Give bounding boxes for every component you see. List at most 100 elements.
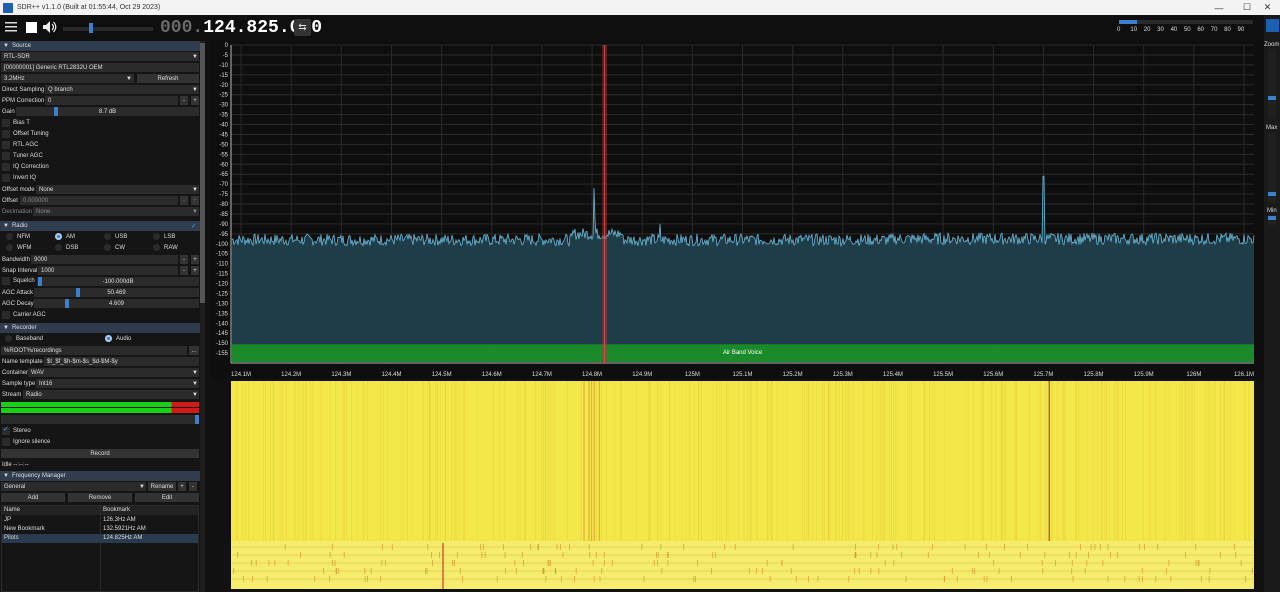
refresh-button[interactable]: Refresh [137,74,199,83]
mode-radio-cw[interactable] [104,244,111,251]
y-tick-label: -125 [216,291,229,297]
x-tick-label: 126.1M [1234,372,1254,378]
table-row[interactable]: Pilots 124.825Hz AM [2,534,198,543]
gain-slider-knob[interactable] [54,107,58,116]
snap-input[interactable]: 1000 [38,266,178,275]
iq-correction-checkbox[interactable] [2,163,10,171]
invert-iq-checkbox[interactable] [2,174,10,182]
squelch-slider[interactable]: -100.000dB [37,277,199,286]
waterfall-display[interactable] [231,381,1254,589]
stereo-checkbox[interactable] [2,425,10,435]
swap-icon: ⇆ [298,22,307,33]
squelch-checkbox[interactable] [2,277,10,285]
source-type-select[interactable]: RTL-SDR [1,52,199,61]
column-header-bookmark[interactable]: Bookmark [103,507,130,513]
rtl-agc-checkbox[interactable] [2,141,10,149]
max-db-slider-knob[interactable] [1268,192,1276,196]
agc-decay-slider[interactable]: 4.609 [34,299,199,308]
mode-radio-raw[interactable] [153,244,160,251]
volume-slider-knob[interactable] [89,23,93,33]
carrier-agc-checkbox[interactable] [2,311,10,319]
audio-radio[interactable] [105,335,112,342]
name-template-input[interactable]: $t_$f_$h-$m-$s_$d-$M-$y [44,357,199,366]
mode-radio-lsb[interactable] [153,233,160,240]
container-select[interactable]: WAV [28,368,199,377]
browse-button[interactable]: ... [189,346,199,355]
ppm-increment-button[interactable]: + [191,96,199,105]
mode-radio-am[interactable] [55,233,62,240]
column-header-name[interactable]: Name [4,507,20,513]
edit-bookmark-button[interactable]: Edit [135,493,199,502]
audio-level-meter-left [1,402,199,407]
device-select[interactable]: [00000001] Generic RTL2832U OEM [1,63,199,72]
close-button[interactable]: ✕ [1255,0,1280,15]
zoom-slider[interactable] [1268,49,1276,119]
add-bookmark-button[interactable]: Add [1,493,65,502]
agc-attack-slider-knob[interactable] [76,288,80,297]
offset-mode-select[interactable]: None [36,185,199,194]
offset-input[interactable]: 0.000000 [20,196,178,205]
mute-button[interactable] [42,19,58,35]
stop-button[interactable] [23,19,39,35]
snap-decrement-button[interactable]: - [180,266,188,275]
snap-increment-button[interactable]: + [191,266,199,275]
recorder-header[interactable]: ▼ Recorder [0,323,200,333]
frequency-leading-digits[interactable]: 000. [160,18,203,38]
window-title: SDR++ v1.1.0 (Built at 01:55:44, Oct 29 … [17,4,161,11]
ppm-decrement-button[interactable]: - [180,96,188,105]
offset-decrement-button[interactable]: - [180,196,188,205]
table-row[interactable]: New Bookmark 132.5921Hz AM [2,525,198,534]
bias-t-checkbox[interactable] [2,119,10,127]
bandwidth-decrement-button[interactable]: - [180,255,188,264]
bookmark-name: JP [4,517,12,523]
record-button[interactable]: Record [1,449,199,458]
direct-sampling-select[interactable]: Q branch [45,85,199,94]
radio-enabled-check-icon[interactable]: ✓ [191,222,197,230]
mode-radio-usb[interactable] [104,233,111,240]
ppm-input[interactable]: 0 [45,96,178,105]
remove-bookmark-button[interactable]: Remove [68,493,132,502]
bandwidth-increment-button[interactable]: + [191,255,199,264]
agc-decay-slider-knob[interactable] [65,299,69,308]
decimation-select[interactable]: None [33,207,199,216]
mode-radio-nfm[interactable] [6,233,13,240]
offset-tuning-checkbox[interactable] [2,130,10,138]
agc-attack-slider[interactable]: 50.469 [34,288,199,297]
chevron-down-icon: ▼ [192,369,198,376]
tuning-mode-button[interactable]: ⇆ [294,19,311,36]
fft-spectrum[interactable]: 0 -5 -10 -15 -20 -25 -30 -35 -40 -45 -50 -55 -60 -65 -… [211,41,1264,379]
fft-plot[interactable]: 0 -5 -10 -15 -20 -25 -30 -35 -40 -45 -50 -55 -60 -65 -… [211,41,1264,379]
tuner-agc-checkbox[interactable] [2,152,10,160]
baseband-radio[interactable] [5,335,12,342]
recorder-volume-knob[interactable] [195,415,199,424]
frequency-manager-header[interactable]: ▼ Frequency Manager [0,471,200,481]
sidebar-scrollbar-thumb[interactable] [200,43,205,303]
mode-radio-dsb[interactable] [55,244,62,251]
min-db-slider-knob[interactable] [1268,216,1276,220]
bookmark-list-select[interactable]: General [1,482,146,491]
x-tick-label: 125.6M [983,372,1003,378]
gain-slider[interactable]: 8.7 dB [16,107,199,116]
recordings-path-input[interactable]: %ROOT%/recordings [1,346,187,355]
squelch-slider-knob[interactable] [38,277,42,286]
offset-increment-button[interactable]: + [191,196,199,205]
radio-header[interactable]: ▼ Radio ✓ [0,221,200,231]
bandwidth-input[interactable]: 9000 [31,255,178,264]
waterfall-plot[interactable] [231,381,1254,589]
zoom-slider-knob[interactable] [1268,96,1276,100]
sidebar-scrollbar[interactable] [200,41,205,592]
mode-radio-wfm[interactable] [6,244,13,251]
stream-select[interactable]: Radio [23,390,199,399]
add-list-button[interactable]: + [178,482,186,491]
table-row[interactable]: JP 126.3Hz AM [2,516,198,525]
remove-list-button[interactable]: - [189,482,197,491]
menu-button[interactable] [3,19,19,35]
volume-slider[interactable] [63,27,153,31]
rename-list-button[interactable]: Rename [148,482,176,491]
recorder-volume-slider[interactable] [1,415,199,424]
samplerate-select[interactable]: 3.2MHz [1,74,134,83]
ignore-silence-checkbox[interactable] [2,438,10,446]
source-header[interactable]: ▼ Source [0,41,200,51]
carrier-agc-label: Carrier AGC [13,312,46,318]
sample-type-select[interactable]: Int16 [36,379,199,388]
